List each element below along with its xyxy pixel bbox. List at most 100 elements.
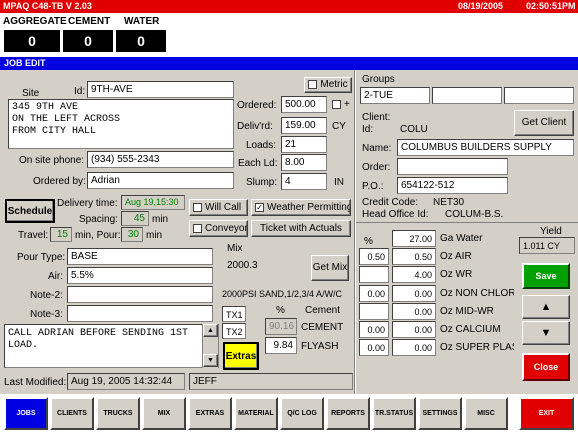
plus-toggle[interactable]: + [332,99,350,110]
flyash-name: FLYASH [301,341,339,352]
tx1-field[interactable]: TX1 [222,306,246,322]
loads-field[interactable]: 21 [281,136,327,153]
admix-qty-field[interactable]: 27.00 [392,230,436,247]
schedule-button[interactable]: Schedule [5,199,55,223]
get-mix-button[interactable]: Get Mix [311,255,349,281]
conveyor-checkbox[interactable] [193,223,202,233]
move-down-button[interactable]: ▼ [522,321,570,345]
pour-type-field[interactable]: BASE [67,248,213,265]
client-name-label: Name: [362,143,392,154]
weather-checkbox[interactable]: ✓ [255,202,264,212]
client-name-field[interactable]: COLUMBUS BUILDERS SUPPLY [397,139,574,156]
job-notes-field[interactable]: CALL ADRIAN BEFORE SENDING 1ST LOAD. [4,324,219,368]
pour-unit: min [146,230,163,241]
admix-qty-field[interactable]: 0.00 [392,339,436,356]
admix-qty-field[interactable]: 0.50 [392,248,436,265]
will-call-toggle[interactable]: Will Call [189,199,248,216]
admix-name: Oz WR [440,269,473,280]
each-load-field[interactable]: 8.00 [281,154,327,171]
nav-reports-button[interactable]: REPORTS [326,397,370,430]
extras-button[interactable]: Extras [223,342,259,370]
weather-permitting-toggle[interactable]: ✓ Weather Permitting [251,199,351,216]
close-button[interactable]: Close [522,353,570,381]
head-office-value: COLUM-B.S. [445,209,504,220]
job-id-field[interactable]: 9TH-AVE [87,81,234,98]
admix-qty-field[interactable]: 0.00 [392,303,436,320]
ordered-field[interactable]: 500.00 [281,96,327,113]
delivery-time-field[interactable]: Aug 19,15:30 [121,195,185,210]
nav-extras-button[interactable]: EXTRAS [188,397,232,430]
nav-mix-button[interactable]: MIX [142,397,186,430]
nav-tr-status-button[interactable]: TR.STATUS [372,397,416,430]
nav-settings-button[interactable]: SETTINGS [418,397,462,430]
modified-by-field: JEFF [189,373,353,390]
travel-field[interactable]: 15 [50,227,72,242]
will-call-checkbox[interactable] [193,202,202,212]
mix-description: 2000PSI SAND,1/2,3/4 A/W/C [222,289,343,299]
nav-clients-button[interactable]: CLIENTS [50,397,94,430]
plus-checkbox[interactable] [332,99,341,109]
admix-pct-field[interactable]: 0.00 [359,339,389,356]
note3-label: Note-3: [30,309,63,320]
group-field-3[interactable] [504,87,574,104]
ticket-actuals-button[interactable]: Ticket with Actuals [251,220,351,237]
spacing-unit: min [152,214,169,225]
admix-pct-field[interactable] [359,303,389,320]
admix-pct-field[interactable]: 0.50 [359,248,389,265]
each-load-label: Each Ld: [238,158,278,169]
cement-pct-field[interactable]: 90.16 [265,318,297,335]
scroll-up-icon[interactable]: ▲ [203,324,218,337]
air-field[interactable]: 5.5% [67,267,213,284]
spacing-field[interactable]: 45 [121,211,149,226]
app-date: 08/19/2005 [458,1,504,11]
notes-scrollbar[interactable]: ▲ ▼ [202,324,218,368]
group-field-1[interactable]: 2-TUE [360,87,430,104]
nav-exit-button[interactable]: EXIT [519,397,574,430]
note2-field[interactable] [67,286,213,303]
save-button[interactable]: Save [522,263,570,289]
po-label: P.O.: [362,181,384,192]
phone-label: On site phone: [19,155,85,166]
slump-unit: IN [334,177,344,188]
admix-qty-field[interactable]: 0.00 [392,285,436,302]
site-address-field[interactable]: 345 9TH AVE ON THE LEFT ACROSS FROM CITY H… [8,99,234,149]
delivered-field[interactable]: 159.00 [281,117,327,134]
ordered-by-field[interactable]: Adrian [87,172,234,189]
group-field-2[interactable] [432,87,502,104]
scroll-down-icon[interactable]: ▼ [203,354,218,367]
po-field[interactable]: 654122-512 [397,177,508,194]
pour-field[interactable]: 30 [121,227,143,242]
admix-qty-field[interactable]: 4.00 [392,266,436,283]
order-field[interactable] [397,158,508,175]
note3-field[interactable] [67,305,213,322]
move-up-button[interactable]: ▲ [522,295,570,319]
metric-checkbox[interactable] [308,79,318,89]
phone-field[interactable]: (934) 555-2343 [87,151,234,168]
arrow-down-icon: ▼ [540,327,552,339]
admix-qty-field[interactable]: 0.00 [392,321,436,338]
admix-name: Oz SUPER PLAS [440,342,514,353]
section-header: JOB EDIT [0,57,578,70]
nav-material-button[interactable]: MATERIAL [234,397,278,430]
credit-code-value: NET30 [433,197,465,208]
admix-pct-field[interactable]: 0.00 [359,285,389,302]
app-title: MPAQ C48-TB V 2.03 [3,1,92,11]
admix-pct-field[interactable]: 0.00 [359,321,389,338]
tx2-field[interactable]: TX2 [222,323,246,339]
nav-misc-button[interactable]: MISC [464,397,508,430]
slump-field[interactable]: 4 [281,173,327,190]
arrow-up-icon: ▲ [540,301,552,313]
counter-water: 0 [116,30,166,52]
get-client-button[interactable]: Get Client [514,110,574,136]
slump-label: Slump: [246,177,278,188]
nav-q-c-log-button[interactable]: Q/C LOG [280,397,324,430]
nav-trucks-button[interactable]: TRUCKS [96,397,140,430]
flyash-pct-field[interactable]: 9.84 [265,337,297,354]
metric-toggle[interactable]: Metric [304,77,352,93]
nav-jobs-button[interactable]: JOBS [4,397,48,430]
counter-label-aggregate: AGGREGATE [3,16,67,27]
admix-pct-field[interactable] [359,266,389,283]
unit-label: CY [332,121,346,132]
conveyor-toggle[interactable]: Conveyor [189,220,248,237]
site-label: Site [22,88,40,99]
